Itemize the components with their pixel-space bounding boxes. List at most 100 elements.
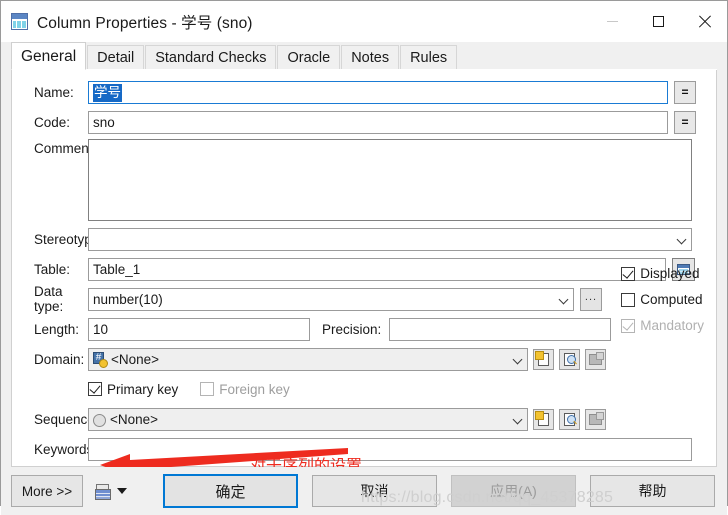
sequence-value: <None> [110,411,159,427]
domain-label: Domain: [34,351,85,367]
checkbox-icon [621,266,636,281]
foreign-key-checkbox: Foreign key [200,382,290,397]
checkbox-icon [88,382,102,396]
table-label: Table: [34,261,71,277]
code-equals-button[interactable]: = [674,110,696,134]
ok-button[interactable]: 确定 [163,474,298,508]
tab-rules[interactable]: Rules [400,45,458,70]
footer-actions: 确定 取消 应用(A) 帮助 [163,474,727,508]
name-label: Name: [34,84,74,100]
checkbox-icon [200,382,215,396]
length-label: Length: [34,321,80,337]
delete-icon [589,351,604,365]
create-icon [535,350,549,366]
stereotype-combobox[interactable] [88,227,692,251]
keywords-input[interactable] [88,437,692,461]
maximize-button[interactable] [635,1,681,42]
tab-strip: General Detail Standard Checks Oracle No… [1,42,727,70]
domain-row: Domain: <None> [12,346,716,372]
comment-textarea[interactable] [88,139,692,221]
precision-input[interactable] [389,317,612,341]
datatype-ellipsis-button[interactable]: ... [580,287,602,311]
domain-properties-button[interactable] [559,348,580,370]
mandatory-label: Mandatory [640,318,704,333]
chevron-down-icon [508,349,527,370]
chevron-down-icon [508,409,527,430]
code-label: Code: [34,114,71,130]
code-input[interactable]: sno [88,110,668,134]
sequence-row: Sequence: <None> [12,406,716,432]
table-icon [11,13,28,30]
create-icon [535,410,549,426]
precision-label: Precision: [322,321,382,337]
length-precision-row: Length: 10 Precision: [12,316,716,342]
help-button[interactable]: 帮助 [590,475,715,507]
primary-key-checkbox[interactable]: Primary key [88,382,178,397]
print-icon[interactable] [95,483,111,500]
displayed-checkbox[interactable]: Displayed [621,266,704,281]
table-value: Table_1 [93,261,141,277]
length-input[interactable]: 10 [88,317,310,341]
sequence-delete-button[interactable] [585,408,606,430]
domain-delete-button[interactable] [585,348,606,370]
sequence-icon [93,413,106,427]
primary-key-label: Primary key [107,381,179,397]
stereotype-row: Stereotype: [12,226,716,252]
computed-label: Computed [640,292,703,307]
keywords-label: Keywords: [34,441,98,457]
tab-detail[interactable]: Detail [87,45,145,70]
name-value: 学号 [93,83,122,102]
sequence-combobox[interactable]: <None> [88,407,528,431]
tab-standard-checks[interactable]: Standard Checks [145,45,277,70]
keywords-row: Keywords: [12,436,716,462]
flags-group: Displayed Computed Mandatory [621,266,704,333]
window-title: Column Properties - 学号 (sno) [37,14,253,32]
close-icon [698,15,711,28]
chevron-down-icon[interactable] [117,488,127,494]
datatype-label: Data type: [34,284,64,314]
computed-checkbox[interactable]: Computed [621,292,704,307]
displayed-label: Displayed [640,266,700,281]
print-control[interactable] [95,483,127,500]
tab-general[interactable]: General [11,42,87,70]
name-input[interactable]: 学号 [88,80,668,104]
general-tab-panel: Name: 学号 = Code: sno = Comment: Stereoty… [11,70,717,476]
code-value: sno [93,114,115,130]
domain-icon [93,351,108,368]
comment-row: Comment: [12,139,716,221]
keys-row: Primary key Foreign key [12,376,716,402]
title-bar: Column Properties - 学号 (sno) [1,1,727,42]
table-input[interactable]: Table_1 [88,257,666,281]
chevron-down-icon [554,289,573,310]
length-value: 10 [93,321,109,337]
minimize-button[interactable] [589,1,635,42]
sequence-properties-button[interactable] [559,408,580,430]
sequence-create-button[interactable] [533,408,554,430]
close-button[interactable] [681,1,727,42]
apply-button: 应用(A) [451,475,576,507]
checkbox-icon [621,292,636,307]
table-row: Table: Table_1 [12,256,716,282]
datatype-value: number(10) [93,291,163,307]
cancel-button[interactable]: 取消 [312,475,437,507]
more-button[interactable]: More >> [11,475,83,507]
datatype-combobox[interactable]: number(10) [88,287,574,311]
delete-icon [589,411,604,425]
datatype-row: Data type: number(10) ... [12,284,716,314]
chevron-down-icon [672,229,691,250]
comment-label: Comment: [34,141,97,156]
domain-combobox[interactable]: <None> [88,347,528,371]
tab-oracle[interactable]: Oracle [277,45,341,70]
column-properties-window: Column Properties - 学号 (sno) General Det… [0,0,728,515]
sequence-label: Sequence: [34,411,99,427]
code-row: Code: sno = [12,109,716,135]
tab-notes[interactable]: Notes [341,45,400,70]
properties-icon [564,352,576,366]
domain-create-button[interactable] [533,348,554,370]
foreign-key-label: Foreign key [219,381,290,397]
name-equals-button[interactable]: = [674,80,696,104]
stereotype-label: Stereotype: [34,231,104,247]
minimize-icon [606,21,618,22]
mandatory-checkbox: Mandatory [621,318,704,333]
maximize-icon [652,16,664,27]
